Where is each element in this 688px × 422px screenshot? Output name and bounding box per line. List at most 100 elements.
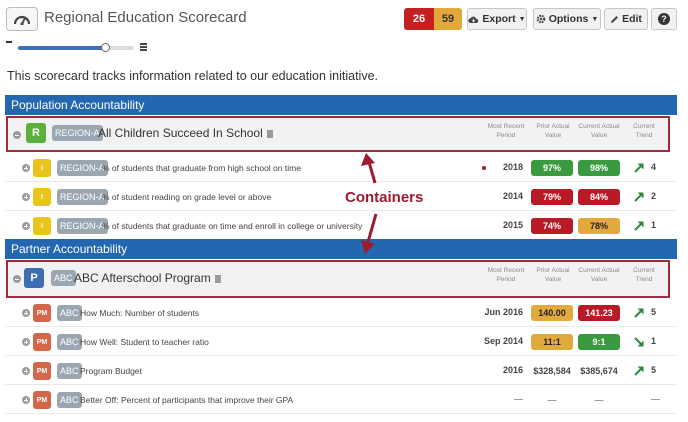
table-row[interactable]: PM ABC How Much: Number of students Jun …	[5, 298, 677, 327]
scorecard-description: This scorecard tracks information relate…	[7, 69, 379, 83]
container-tag: REGION-A	[52, 125, 103, 141]
expand-icon[interactable]	[22, 396, 30, 404]
container-row-program[interactable]: P ABC ABC Afterschool Program Most Recen…	[6, 260, 670, 298]
row-tag: ABC	[57, 392, 82, 408]
row-tag: ABC	[57, 363, 82, 379]
trend-up-arrow-icon	[634, 192, 644, 202]
trend-count: —	[651, 394, 660, 404]
expand-icon[interactable]	[22, 164, 30, 172]
zoom-slider-handle[interactable]	[101, 43, 110, 52]
table-row[interactable]: PM ABC How Well: Student to teacher rati…	[5, 327, 677, 356]
zoom-out-icon[interactable]	[6, 41, 12, 43]
prior-value: 74%	[531, 218, 573, 234]
row-name[interactable]: How Well: Student to teacher ratio	[80, 337, 209, 347]
section-header-partner[interactable]: Partner Accountability	[5, 239, 677, 259]
prior-value: 79%	[531, 189, 573, 205]
menu-icon[interactable]	[140, 43, 147, 51]
red-count-badge[interactable]: 26	[404, 8, 434, 30]
header: Regional Education Scorecard 26 59 Expor…	[0, 0, 688, 38]
trend-count: 4	[651, 162, 657, 172]
row-type-icon: PM	[33, 333, 51, 351]
row-period: Sep 2014	[483, 336, 523, 346]
program-type-icon: P	[24, 268, 44, 288]
row-period: —	[514, 394, 523, 404]
prior-value: 11:1	[531, 334, 573, 350]
row-type-icon: I	[33, 159, 51, 177]
current-value: 84%	[578, 189, 620, 205]
row-name[interactable]: % of student reading on grade level or a…	[102, 192, 271, 202]
zoom-slider-fill	[18, 46, 105, 50]
prior-value: $328,584	[533, 366, 571, 376]
column-header-period: Most Recent Period	[487, 267, 525, 283]
trend-up-arrow-icon	[634, 163, 644, 173]
yellow-count-badge[interactable]: 59	[434, 8, 462, 30]
container-name[interactable]: All Children Succeed In School	[98, 126, 273, 140]
trend-count: 1	[651, 220, 657, 230]
container-name-text: All Children Succeed In School	[98, 126, 263, 140]
row-name[interactable]: Better Off: Percent of participants that…	[80, 395, 293, 405]
trend-count: 2	[651, 191, 657, 201]
table-row[interactable]: I REGION-A % of students that graduate o…	[5, 211, 677, 240]
trend-count: 1	[651, 336, 657, 346]
current-value: 141.23	[578, 305, 620, 321]
row-type-icon: I	[33, 188, 51, 206]
column-header-current: Current Actual Value	[578, 123, 620, 139]
table-row[interactable]: PM ABC Better Off: Percent of participan…	[5, 385, 677, 414]
row-name[interactable]: Program Budget	[80, 366, 142, 376]
container-name-text: ABC Afterschool Program	[74, 271, 211, 285]
zoom-slider[interactable]	[18, 43, 134, 52]
column-header-current: Current Actual Value	[578, 267, 620, 283]
container-name[interactable]: ABC Afterschool Program	[74, 271, 221, 285]
current-value: 9:1	[578, 334, 620, 350]
row-type-icon: PM	[33, 304, 51, 322]
status-dot	[482, 166, 486, 170]
chevron-down-icon: ▼	[591, 15, 599, 23]
edit-label: Edit	[622, 13, 642, 25]
row-tag: ABC	[57, 334, 82, 350]
prior-value: 97%	[531, 160, 573, 176]
column-header-trend: Current Trend	[633, 123, 655, 139]
table-row[interactable]: PM ABC Program Budget 2016 $328,584 $385…	[5, 356, 677, 385]
trend-up-arrow-icon	[634, 221, 644, 231]
row-tag: REGION-A	[57, 160, 108, 176]
export-label: Export	[482, 13, 516, 25]
expand-icon[interactable]	[22, 338, 30, 346]
container-row-region[interactable]: R REGION-A All Children Succeed In Schoo…	[6, 116, 670, 152]
expand-icon[interactable]	[22, 309, 30, 317]
prior-value: 140.00	[531, 305, 573, 321]
table-row[interactable]: I REGION-A % of students that graduate f…	[5, 153, 677, 182]
expand-icon[interactable]	[22, 367, 30, 375]
dashboard-icon[interactable]	[6, 7, 38, 31]
collapse-icon[interactable]	[13, 131, 21, 139]
row-name[interactable]: How Much: Number of students	[80, 308, 199, 318]
export-button[interactable]: Export ▼	[467, 8, 527, 30]
row-tag: REGION-A	[57, 189, 108, 205]
cloud-download-icon	[468, 16, 479, 23]
prior-value: —	[547, 395, 557, 405]
chevron-down-icon: ▼	[518, 15, 526, 23]
row-period: 2016	[502, 365, 523, 375]
section-header-population[interactable]: Population Accountability	[5, 95, 677, 115]
row-period: 2014	[502, 191, 523, 201]
region-type-icon: R	[26, 123, 46, 143]
table-row[interactable]: I REGION-A % of student reading on grade…	[5, 182, 677, 211]
row-tag: ABC	[57, 305, 82, 321]
expand-icon[interactable]	[22, 222, 30, 230]
trend-up-arrow-icon	[634, 366, 644, 376]
edit-button[interactable]: Edit	[604, 8, 648, 30]
collapse-icon[interactable]	[13, 275, 21, 283]
row-type-icon: PM	[33, 362, 51, 380]
expand-icon[interactable]	[22, 193, 30, 201]
help-button[interactable]: ?	[651, 8, 677, 30]
pencil-icon	[611, 15, 619, 23]
trend-up-arrow-icon	[634, 308, 644, 318]
row-tag: REGION-A	[57, 218, 108, 234]
help-icon: ?	[658, 13, 670, 25]
column-header-period: Most Recent Period	[487, 123, 525, 139]
row-name[interactable]: % of students that graduate on time and …	[102, 221, 362, 231]
current-value: $385,674	[580, 366, 618, 376]
options-button[interactable]: Options ▼	[533, 8, 601, 30]
containers-annotation-label: Containers	[345, 189, 424, 206]
row-name[interactable]: % of students that graduate from high sc…	[102, 163, 301, 173]
options-label: Options	[548, 13, 589, 25]
